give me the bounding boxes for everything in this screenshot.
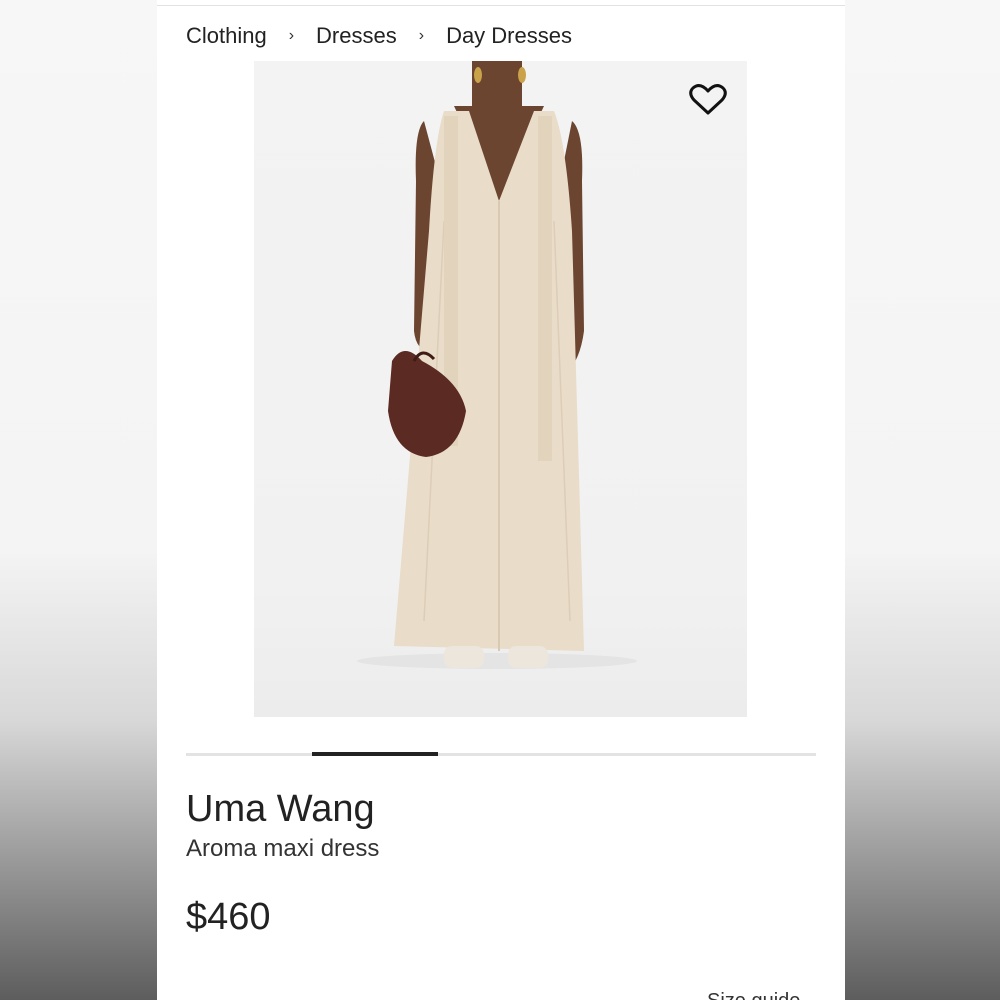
model-photo <box>357 61 637 669</box>
breadcrumb: Clothing › Dresses › Day Dresses <box>186 22 572 50</box>
heart-icon[interactable] <box>689 84 727 116</box>
chevron-right-icon: › <box>418 27 425 44</box>
breadcrumb-day-dresses[interactable]: Day Dresses <box>446 23 572 49</box>
size-guide-link[interactable]: Size guide <box>707 990 800 1000</box>
product-price: $460 <box>186 896 271 938</box>
product-name: Aroma maxi dress <box>186 835 380 862</box>
carousel-progress-track <box>186 752 816 756</box>
breadcrumb-clothing[interactable]: Clothing <box>186 23 267 49</box>
product-page: Clothing › Dresses › Day Dresses Uma Wan… <box>157 0 845 1000</box>
product-brand[interactable]: Uma Wang <box>186 788 375 831</box>
carousel-active-indicator <box>312 752 438 756</box>
breadcrumb-dresses[interactable]: Dresses <box>316 23 397 49</box>
chevron-right-icon: › <box>288 27 295 44</box>
top-divider <box>157 5 845 6</box>
product-image[interactable] <box>254 61 747 717</box>
